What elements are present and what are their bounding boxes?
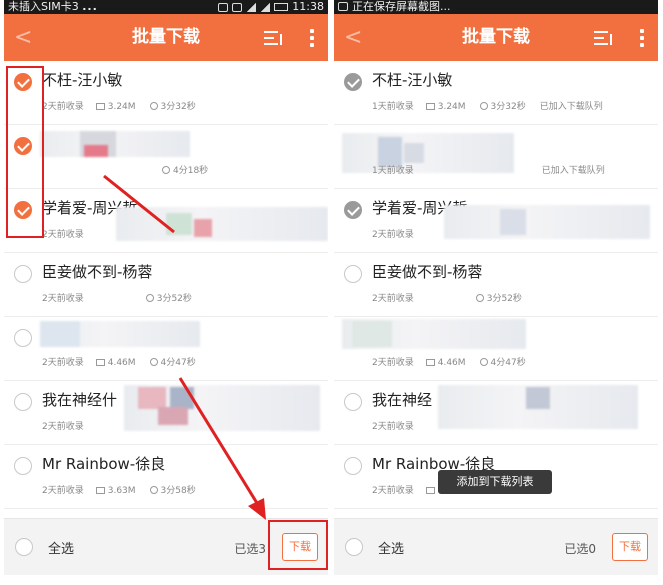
obscured-region: [342, 319, 526, 349]
obscured-region: [438, 385, 638, 429]
download-button[interactable]: 下载: [612, 533, 648, 561]
clock-icon: [479, 102, 488, 110]
song-meta: 2天前收录: [372, 227, 414, 240]
right-screen: 正在保存屏幕截图... < 批量下载 不枉-汪小敏 1天前收录 3.24M 3分32…: [334, 0, 658, 585]
screenshot-icon: [338, 2, 348, 11]
song-meta: 2天前收录: [372, 419, 414, 432]
select-all-checkbox[interactable]: [345, 538, 363, 556]
obscured-region: [444, 205, 650, 239]
annotation-arrow: [103, 174, 266, 520]
added-time: 1天前收录: [372, 102, 414, 112]
clock-icon: [479, 358, 488, 366]
song-row[interactable]: 不枉-汪小敏 1天前收录 3.24M 3分32秒 已加入下载队列: [334, 61, 658, 125]
bottom-bar: 全选 已选0 下载: [334, 518, 658, 575]
download-list-icon[interactable]: [594, 31, 612, 45]
left-screen: 未插入SIM卡3 ... 11:38 < 批量下载 不枉-汪小敏 2天前收录 3.…: [4, 0, 328, 585]
clock-icon: [475, 294, 484, 302]
folder-icon: [425, 359, 435, 366]
row-checkbox[interactable]: [344, 457, 362, 475]
app-header: < 批量下载: [334, 14, 658, 61]
added-time: 2天前收录: [372, 230, 414, 240]
duration: 4分47秒: [490, 358, 526, 368]
select-all-label[interactable]: 全选: [378, 538, 404, 557]
status-bar: 正在保存屏幕截图...: [334, 0, 658, 14]
more-vertical-icon[interactable]: [640, 29, 644, 47]
added-time: 2天前收录: [372, 486, 414, 496]
queued-label: 已加入下载队列: [541, 166, 605, 176]
song-meta: 2天前收录 3分52秒: [372, 291, 522, 304]
selected-count: 已选0: [564, 542, 596, 556]
duration: 3分32秒: [490, 102, 526, 112]
file-size: 4.46M: [437, 358, 466, 368]
song-row[interactable]: 我在神经 2天前收录: [334, 381, 658, 445]
song-meta: 1天前收录 已加入下载队列: [372, 163, 605, 176]
song-row[interactable]: 学着爱-周兴哲 2天前收录: [334, 189, 658, 253]
folder-icon: [425, 487, 435, 494]
added-time: 2天前收录: [372, 294, 414, 304]
toast-message: 添加到下载列表: [438, 470, 552, 494]
row-checkbox: [344, 73, 362, 91]
added-time: 2天前收录: [372, 422, 414, 432]
song-title: 臣妾做不到-杨蓉: [372, 263, 483, 281]
song-title: 我在神经: [372, 391, 433, 409]
row-checkbox: [344, 201, 362, 219]
song-meta: 1天前收录 3.24M 3分32秒 已加入下载队列: [372, 99, 603, 112]
added-time: 1天前收录: [372, 166, 414, 176]
song-row[interactable]: 臣妾做不到-杨蓉 2天前收录 3分52秒: [334, 253, 658, 317]
song-list: 不枉-汪小敏 1天前收录 3.24M 3分32秒 已加入下载队列 1天前收录 已加入下载…: [334, 61, 658, 509]
song-title: 不枉-汪小敏: [372, 71, 453, 89]
file-size: 3.24M: [437, 102, 466, 112]
added-time: 2天前收录: [372, 358, 414, 368]
row-checkbox[interactable]: [344, 393, 362, 411]
song-meta: 2天前收录 4.46M 4分47秒: [372, 355, 526, 368]
song-row[interactable]: 2天前收录 4.46M 4分47秒: [334, 317, 658, 381]
folder-icon: [425, 103, 435, 110]
status-text: 正在保存屏幕截图...: [352, 0, 451, 13]
queued-label: 已加入下载队列: [539, 102, 603, 112]
duration: 3分52秒: [486, 294, 522, 304]
song-row[interactable]: 1天前收录 已加入下载队列: [334, 125, 658, 189]
row-checkbox[interactable]: [344, 265, 362, 283]
